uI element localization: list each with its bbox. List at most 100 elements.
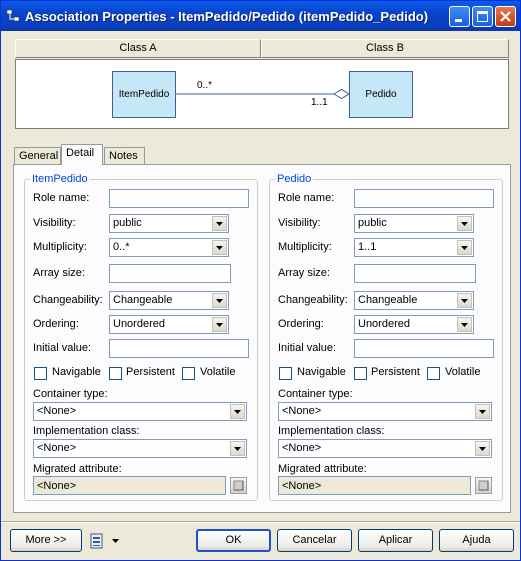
chevron-down-icon bbox=[461, 246, 468, 250]
multiplicity-value: 0..* bbox=[113, 241, 130, 253]
visibility-value: public bbox=[358, 217, 387, 229]
multiplicity-value: 1..1 bbox=[358, 241, 377, 253]
dropdown-button[interactable] bbox=[475, 404, 490, 419]
cancel-button[interactable]: Cancelar bbox=[277, 529, 352, 552]
maximize-button[interactable] bbox=[472, 6, 493, 27]
app-icon bbox=[7, 10, 20, 22]
more-button[interactable]: More >> bbox=[10, 529, 82, 552]
ordering-select[interactable]: Unordered bbox=[109, 315, 229, 334]
dropdown-button[interactable] bbox=[230, 404, 245, 419]
class-a-header[interactable]: Class A bbox=[15, 39, 261, 58]
dropdown-button[interactable] bbox=[230, 441, 245, 456]
chevron-down-icon bbox=[234, 410, 241, 414]
ok-button[interactable]: OK bbox=[196, 529, 271, 552]
migrated-attribute-label: Migrated attribute: bbox=[33, 463, 122, 475]
container-type-select[interactable]: <None> bbox=[278, 402, 492, 421]
multiplicity-select[interactable]: 0..* bbox=[109, 238, 229, 257]
changeability-value: Changeable bbox=[113, 294, 173, 306]
ordering-value: Unordered bbox=[358, 318, 410, 330]
migrated-attribute-picker-button[interactable] bbox=[475, 477, 492, 494]
changeability-value: Changeable bbox=[358, 294, 418, 306]
chevron-down-icon bbox=[112, 539, 119, 543]
properties-icon bbox=[233, 480, 244, 491]
minimize-button[interactable] bbox=[449, 6, 470, 27]
dropdown-button[interactable] bbox=[212, 216, 227, 231]
minimize-icon bbox=[455, 19, 462, 22]
visibility-select[interactable]: public bbox=[109, 214, 229, 233]
properties-icon bbox=[478, 480, 489, 491]
ordering-label: Ordering: bbox=[278, 318, 324, 330]
persistent-label: Persistent bbox=[371, 366, 420, 378]
chevron-down-icon bbox=[461, 299, 468, 303]
persistent-checkbox[interactable] bbox=[354, 367, 367, 380]
navigable-checkbox[interactable] bbox=[279, 367, 292, 380]
ordering-value: Unordered bbox=[113, 318, 165, 330]
role-name-input[interactable] bbox=[109, 189, 249, 208]
multiplicity-label: Multiplicity: bbox=[33, 241, 87, 253]
changeability-label: Changeability: bbox=[33, 294, 103, 306]
changeability-select[interactable]: Changeable bbox=[109, 291, 229, 310]
chevron-down-icon bbox=[461, 323, 468, 327]
visibility-select[interactable]: public bbox=[354, 214, 474, 233]
title-bar[interactable]: Association Properties - ItemPedido/Pedi… bbox=[1, 1, 520, 31]
initial-value-input[interactable] bbox=[109, 339, 249, 358]
migrated-attribute-field[interactable] bbox=[33, 476, 226, 495]
visibility-label: Visibility: bbox=[33, 217, 76, 229]
impl-class-select[interactable]: <None> bbox=[33, 439, 247, 458]
volatile-checkbox[interactable] bbox=[182, 367, 195, 380]
dropdown-button[interactable] bbox=[475, 441, 490, 456]
apply-button[interactable]: Aplicar bbox=[358, 529, 433, 552]
array-size-input[interactable] bbox=[109, 264, 231, 283]
tab-notes[interactable]: Notes bbox=[104, 147, 145, 165]
class-b-header[interactable]: Class B bbox=[261, 39, 509, 58]
volatile-label: Volatile bbox=[445, 366, 481, 378]
impl-class-select[interactable]: <None> bbox=[278, 439, 492, 458]
array-size-label: Array size: bbox=[33, 267, 85, 279]
class-a-role-group: ItemPedido Role name: Visibility: public… bbox=[24, 173, 258, 501]
dropdown-button[interactable] bbox=[212, 317, 227, 332]
impl-class-value: <None> bbox=[37, 442, 77, 454]
initial-value-input[interactable] bbox=[354, 339, 494, 358]
dropdown-button[interactable] bbox=[457, 317, 472, 332]
close-icon bbox=[500, 11, 511, 22]
migrated-attribute-label: Migrated attribute: bbox=[278, 463, 367, 475]
dialog-window: Association Properties - ItemPedido/Pedi… bbox=[0, 0, 521, 561]
array-size-input[interactable] bbox=[354, 264, 476, 283]
dropdown-button[interactable] bbox=[212, 293, 227, 308]
role-name-label: Role name: bbox=[33, 192, 90, 204]
detail-tab-panel: ItemPedido Role name: Visibility: public… bbox=[13, 164, 511, 513]
dropdown-button[interactable] bbox=[457, 293, 472, 308]
impl-class-label: Implementation class: bbox=[278, 425, 385, 437]
persistent-checkbox[interactable] bbox=[109, 367, 122, 380]
dropdown-button[interactable] bbox=[457, 240, 472, 255]
migrated-attribute-picker-button[interactable] bbox=[230, 477, 247, 494]
tab-detail[interactable]: Detail bbox=[61, 144, 103, 165]
tools-menu-button[interactable] bbox=[89, 532, 123, 550]
window-title: Association Properties - ItemPedido/Pedi… bbox=[25, 9, 429, 24]
navigable-checkbox[interactable] bbox=[34, 367, 47, 380]
changeability-label: Changeability: bbox=[278, 294, 348, 306]
dropdown-button[interactable] bbox=[212, 240, 227, 255]
impl-class-value: <None> bbox=[282, 442, 322, 454]
chevron-down-icon bbox=[216, 222, 223, 226]
ordering-label: Ordering: bbox=[33, 318, 79, 330]
aggregation-diamond bbox=[333, 88, 350, 100]
group-title: ItemPedido bbox=[30, 173, 90, 185]
dropdown-button[interactable] bbox=[457, 216, 472, 231]
migrated-attribute-field[interactable] bbox=[278, 476, 471, 495]
container-type-select[interactable]: <None> bbox=[33, 402, 247, 421]
multiplicity-b-label: 1..1 bbox=[311, 97, 328, 108]
volatile-label: Volatile bbox=[200, 366, 236, 378]
volatile-checkbox[interactable] bbox=[427, 367, 440, 380]
role-name-input[interactable] bbox=[354, 189, 494, 208]
tab-general[interactable]: General bbox=[14, 147, 61, 165]
close-button[interactable] bbox=[495, 6, 516, 27]
maximize-icon bbox=[477, 11, 488, 22]
chevron-down-icon bbox=[216, 323, 223, 327]
initial-value-label: Initial value: bbox=[278, 342, 337, 354]
help-button[interactable]: Ajuda bbox=[439, 529, 514, 552]
ordering-select[interactable]: Unordered bbox=[354, 315, 474, 334]
navigable-label: Navigable bbox=[52, 366, 101, 378]
changeability-select[interactable]: Changeable bbox=[354, 291, 474, 310]
multiplicity-select[interactable]: 1..1 bbox=[354, 238, 474, 257]
